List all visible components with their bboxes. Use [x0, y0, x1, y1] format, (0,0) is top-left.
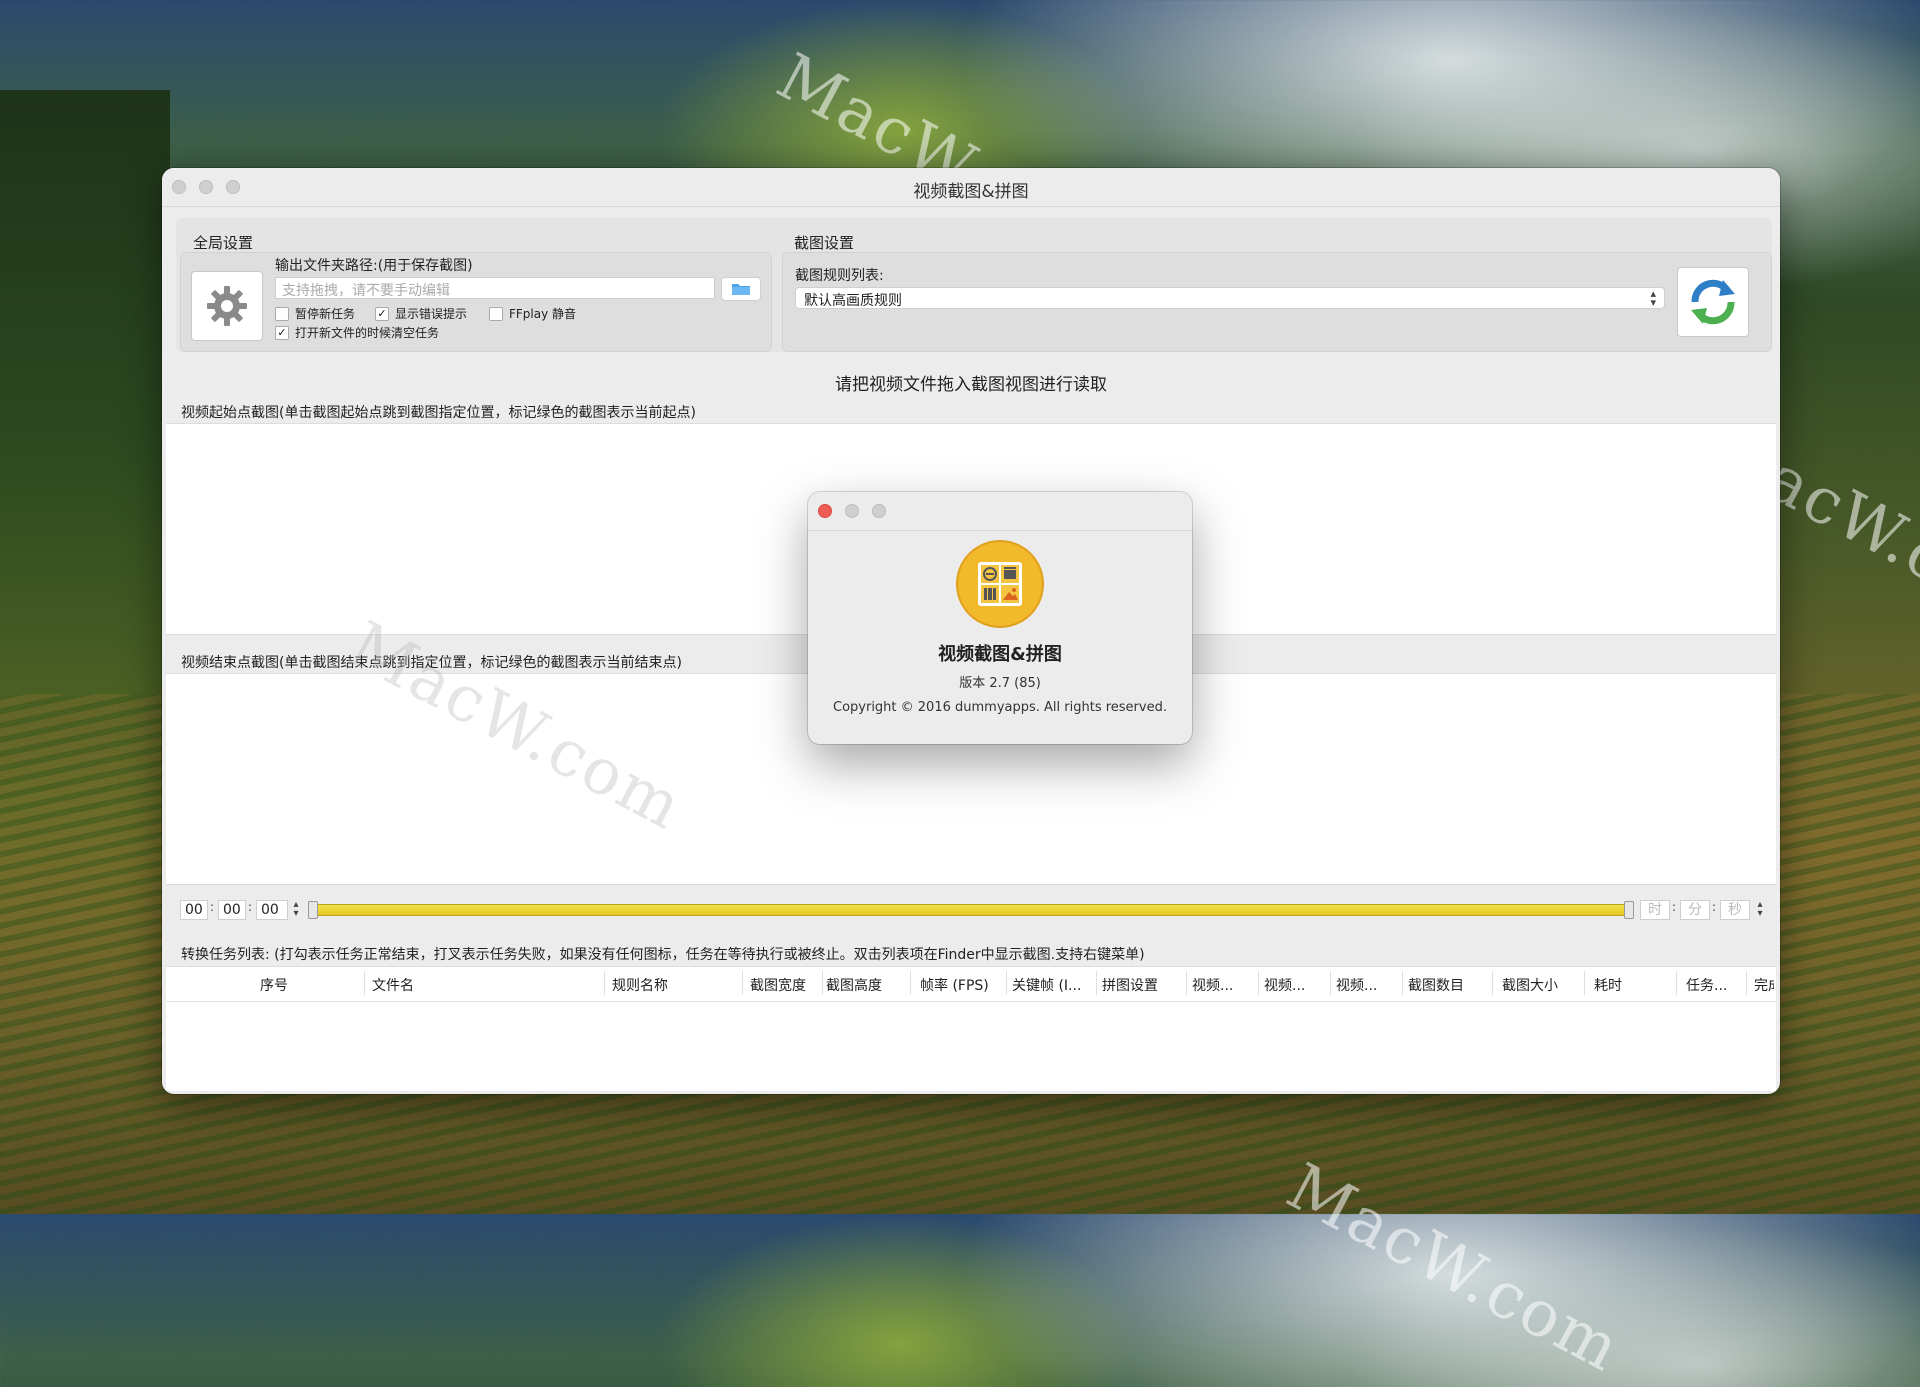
- checkbox-box: [489, 306, 503, 321]
- column-divider: [1096, 971, 1097, 995]
- column-divider: [1676, 971, 1677, 995]
- column-header[interactable]: 文件名: [372, 975, 414, 995]
- column-header[interactable]: 序号: [260, 975, 288, 995]
- column-header[interactable]: 截图高度: [826, 975, 882, 995]
- folder-icon: [732, 284, 750, 295]
- column-divider: [1584, 971, 1585, 995]
- start-hour-field[interactable]: 00: [180, 900, 208, 920]
- chevron-updown-icon: ▴ ▾: [1650, 287, 1656, 309]
- show-error-checkbox[interactable]: ✓ 显示错误提示: [375, 305, 467, 322]
- timeline-bar: 00 : 00 : 00 ▴ ▾ 时 : 分 : 秒 ▴ ▾: [162, 892, 1780, 932]
- column-header[interactable]: 视频...: [1336, 975, 1377, 995]
- start-second-field[interactable]: 00: [256, 900, 288, 920]
- about-copyright: Copyright © 2016 dummyapps. All rights r…: [833, 700, 1167, 715]
- column-divider: [822, 971, 823, 995]
- column-divider: [364, 971, 365, 995]
- column-divider: [1006, 971, 1007, 995]
- about-app-name: 视频截图&拼图: [938, 644, 1062, 665]
- column-divider: [1330, 971, 1331, 995]
- rule-select[interactable]: 默认高画质规则 ▴ ▾: [795, 287, 1665, 309]
- column-header[interactable]: 截图数目: [1408, 975, 1464, 995]
- column-header[interactable]: 截图宽度: [750, 975, 806, 995]
- settings-area: 全局设置 截图设置 输出文件夹路径:(用于保存截图) 支持拖拽，请不要手动编辑 …: [176, 218, 1772, 352]
- slider-start-handle[interactable]: [308, 901, 318, 919]
- rule-select-value: 默认高画质规则: [804, 293, 902, 309]
- ffplay-mute-checkbox[interactable]: FFplay 静音: [489, 305, 576, 322]
- title-bar[interactable]: 视频截图&拼图: [162, 168, 1780, 207]
- column-divider: [1746, 971, 1747, 995]
- output-path-input[interactable]: 支持拖拽，请不要手动编辑: [275, 277, 715, 299]
- pause-new-tasks-checkbox[interactable]: 暂停新任务: [275, 305, 355, 322]
- time-separator: :: [1712, 900, 1717, 914]
- checkbox-label: 暂停新任务: [295, 307, 356, 321]
- checkbox-box: ✓: [375, 306, 389, 321]
- about-version: 版本 2.7 (85): [959, 676, 1041, 691]
- screenshot-settings-label: 截图设置: [794, 234, 855, 252]
- column-divider: [1402, 971, 1403, 995]
- task-list-header: 转换任务列表: (打勾表示任务正常结束，打叉表示任务失败，如果没有任何图标，任务…: [181, 947, 1145, 963]
- column-divider: [1492, 971, 1493, 995]
- global-settings-box: 输出文件夹路径:(用于保存截图) 支持拖拽，请不要手动编辑 暂停新任务 ✓ 显示…: [180, 252, 772, 352]
- column-divider: [910, 971, 911, 995]
- column-header[interactable]: 视频...: [1264, 975, 1305, 995]
- start-time-stepper[interactable]: ▴ ▾: [290, 900, 302, 920]
- drop-instruction: 请把视频文件拖入截图视图进行读取: [835, 375, 1107, 395]
- column-divider: [1258, 971, 1259, 995]
- refresh-button[interactable]: [1677, 267, 1749, 337]
- screenshot-settings-box: 截图规则列表: 默认高画质规则 ▴ ▾: [782, 252, 1772, 352]
- column-header[interactable]: 拼图设置: [1102, 975, 1158, 995]
- table-header-row: 序号 文件名 规则名称 截图宽度 截图高度 帧率 (FPS) 关键帧 (I...…: [166, 967, 1776, 1002]
- slider-end-handle[interactable]: [1624, 901, 1634, 919]
- column-header[interactable]: 关键帧 (I...: [1012, 975, 1090, 995]
- rules-list-label: 截图规则列表:: [795, 268, 884, 284]
- start-minute-field[interactable]: 00: [218, 900, 246, 920]
- checkbox-box: [275, 306, 289, 321]
- column-header[interactable]: 任务...: [1686, 975, 1727, 995]
- refresh-icon: [1691, 279, 1735, 325]
- time-separator: :: [248, 900, 253, 914]
- window-title: 视频截图&拼图: [913, 182, 1029, 202]
- end-second-field[interactable]: 秒: [1720, 900, 1750, 920]
- about-minimize-button[interactable]: [845, 504, 859, 518]
- about-close-button[interactable]: [818, 504, 832, 518]
- column-header[interactable]: 耗时: [1594, 975, 1622, 995]
- time-separator: :: [1672, 900, 1677, 914]
- column-header[interactable]: 视频...: [1192, 975, 1233, 995]
- time-separator: :: [210, 900, 215, 914]
- column-header[interactable]: 截图大小: [1502, 975, 1558, 995]
- app-icon: [956, 540, 1044, 628]
- time-range-slider[interactable]: [312, 904, 1630, 916]
- global-settings-label: 全局设置: [193, 234, 254, 252]
- about-title-bar[interactable]: [808, 492, 1192, 531]
- choose-folder-button[interactable]: [721, 277, 761, 301]
- end-time-stepper[interactable]: ▴ ▾: [1754, 900, 1766, 920]
- output-folder-label: 输出文件夹路径:(用于保存截图): [275, 258, 473, 274]
- end-hour-field[interactable]: 时: [1640, 900, 1670, 920]
- checkbox-box: ✓: [275, 325, 289, 340]
- checkbox-label: 显示错误提示: [395, 307, 468, 321]
- column-header[interactable]: 完成: [1754, 975, 1774, 995]
- start-frames-header: 视频起始点截图(单击截图起始点跳到截图指定位置，标记绿色的截图表示当前起点): [181, 405, 696, 421]
- about-dialog: 视频截图&拼图 版本 2.7 (85) Copyright © 2016 dum…: [808, 492, 1192, 744]
- column-header[interactable]: 规则名称: [612, 975, 668, 995]
- clear-tasks-checkbox[interactable]: ✓ 打开新文件的时候清空任务: [275, 324, 439, 341]
- checkbox-label: FFplay 静音: [509, 307, 577, 321]
- end-minute-field[interactable]: 分: [1680, 900, 1710, 920]
- gear-icon: [207, 286, 247, 326]
- task-table[interactable]: 序号 文件名 规则名称 截图宽度 截图高度 帧率 (FPS) 关键帧 (I...…: [166, 966, 1776, 1091]
- column-divider: [604, 971, 605, 995]
- checkbox-label: 打开新文件的时候清空任务: [295, 326, 440, 340]
- settings-button[interactable]: [191, 271, 263, 341]
- column-divider: [742, 971, 743, 995]
- column-header[interactable]: 帧率 (FPS): [920, 975, 989, 995]
- about-zoom-button[interactable]: [872, 504, 886, 518]
- column-divider: [1186, 971, 1187, 995]
